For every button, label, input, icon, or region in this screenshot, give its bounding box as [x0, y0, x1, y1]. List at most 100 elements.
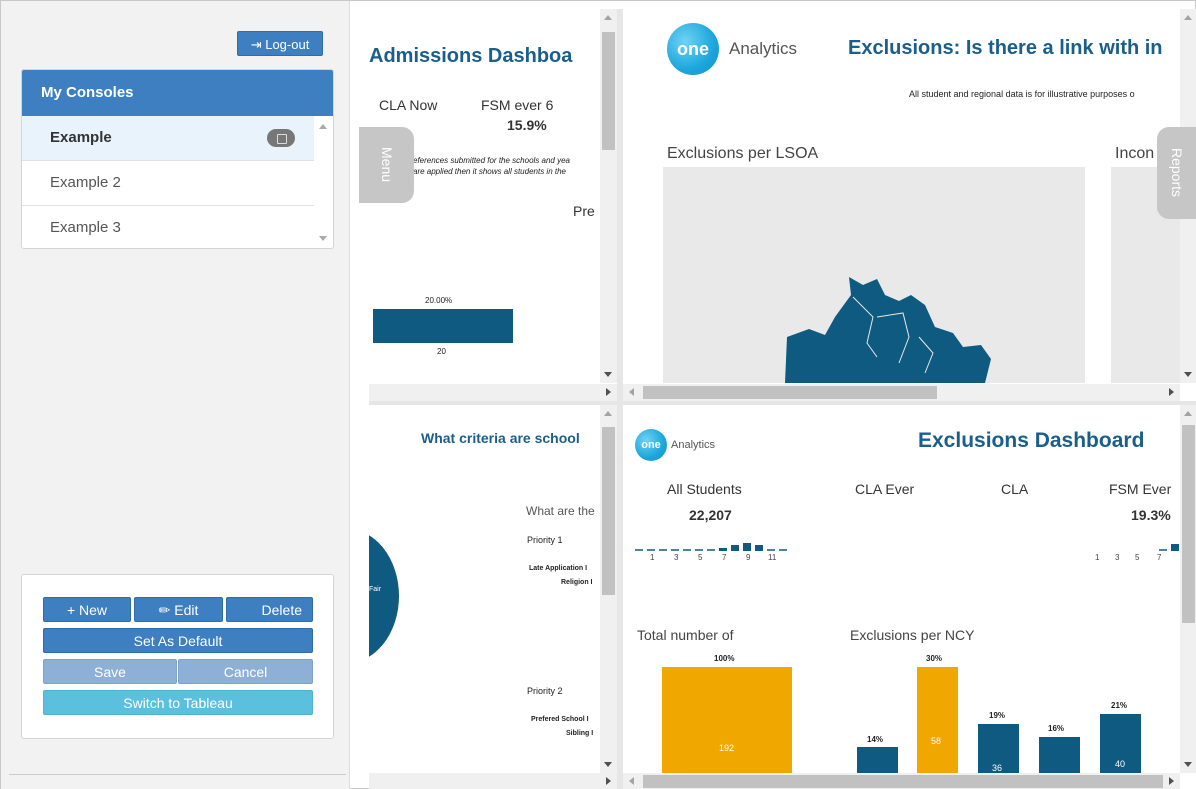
- save-button[interactable]: Save: [43, 659, 177, 684]
- ncy-bar-3-value: 36: [992, 763, 1003, 773]
- disclaimer-text: All student and regional data is for ill…: [909, 89, 1135, 99]
- criteria-question: What are the: [526, 504, 595, 518]
- ncy-bar-2[interactable]: [917, 667, 958, 775]
- logout-button[interactable]: ⇥ Log-out: [237, 31, 323, 56]
- criteria-pie-slice[interactable]: [369, 529, 399, 663]
- switch-to-tableau-button[interactable]: Switch to Tableau: [43, 690, 313, 715]
- scroll-up-icon[interactable]: [604, 411, 612, 416]
- admissions-note-2: are applied then it shows all students i…: [413, 167, 566, 176]
- brand-label: Analytics: [671, 439, 716, 451]
- scroll-right-icon[interactable]: [1169, 388, 1174, 396]
- scroll-down-icon[interactable]: [1184, 372, 1192, 377]
- scroll-right-icon[interactable]: [606, 777, 611, 785]
- kpi-fsm-ever-label: FSM Ever: [1109, 481, 1172, 497]
- scrollbar-thumb[interactable]: [643, 775, 1163, 788]
- console-item-example[interactable]: Example: [22, 116, 314, 161]
- kpi-fsm-ever-value: 19.3%: [1131, 507, 1171, 523]
- kpi-fsm-value: 15.9%: [507, 117, 547, 133]
- p1-item-late-application: Late Application I: [529, 565, 588, 572]
- ncy-bar-5-value: 40: [1115, 759, 1126, 769]
- fsm-sparkline: [1159, 544, 1179, 551]
- delete-button[interactable]: Delete: [226, 597, 313, 622]
- console-default-badge: [267, 129, 295, 147]
- console-item-label: Example 3: [50, 219, 121, 236]
- app-window: ⇥ Log-out My Consoles Example Example 2 …: [0, 0, 1196, 789]
- scroll-right-icon[interactable]: [1169, 777, 1174, 785]
- one-analytics-logo: one: [635, 429, 667, 461]
- map2-label: Incon: [1115, 145, 1155, 162]
- scroll-down-icon[interactable]: [319, 236, 327, 241]
- vertical-scrollbar[interactable]: [600, 405, 617, 773]
- horizontal-scrollbar[interactable]: [369, 773, 617, 789]
- new-button[interactable]: + New: [43, 597, 131, 622]
- pre-label: Pre: [573, 203, 595, 219]
- scroll-up-icon[interactable]: [604, 15, 612, 20]
- kpi-cla-label: CLA: [1001, 481, 1029, 497]
- console-item-example-3[interactable]: Example 3: [22, 206, 314, 251]
- total-bar[interactable]: [662, 667, 792, 775]
- report-pane-criteria: What criteria are school What are the Fa…: [369, 405, 617, 789]
- scroll-left-icon[interactable]: [629, 388, 634, 396]
- scroll-up-icon[interactable]: [1184, 411, 1192, 416]
- edit-label: Edit: [174, 602, 199, 618]
- ncy-bar-4[interactable]: [1039, 737, 1080, 775]
- scrollbar-thumb[interactable]: [643, 386, 937, 399]
- pane-divider-vertical[interactable]: [617, 9, 623, 789]
- kpi-all-students-value: 22,207: [689, 507, 732, 523]
- admissions-note-1: eferences submitted for the schools and …: [413, 156, 570, 165]
- scroll-up-icon[interactable]: [319, 124, 327, 129]
- exclusions-map-title: Exclusions: Is there a link with in: [848, 37, 1163, 59]
- priority-1-label: Priority 1: [527, 535, 563, 545]
- sidebar: ⇥ Log-out My Consoles Example Example 2 …: [1, 1, 350, 789]
- ncy-bar-1[interactable]: [857, 747, 898, 775]
- console-item-label: Example 2: [50, 174, 121, 191]
- console-actions-panel: + New ✏ Edit Delete Set As Default Save …: [21, 574, 334, 739]
- criteria-title: What criteria are school: [421, 430, 580, 446]
- consoles-title: My Consoles: [22, 70, 333, 116]
- p2-item-sibling: Sibling I: [566, 730, 594, 737]
- edit-button[interactable]: ✏ Edit: [134, 597, 223, 622]
- ncy-bar-2-value: 58: [931, 736, 942, 746]
- scroll-down-icon[interactable]: [1184, 762, 1192, 767]
- report-pane-exclusions-dashboard: one Analytics Exclusions Dashboard All S…: [623, 405, 1196, 789]
- scroll-down-icon[interactable]: [604, 762, 612, 767]
- scrollbar-thumb[interactable]: [602, 32, 615, 150]
- ncy-bar-1-pct: 14%: [867, 735, 884, 744]
- console-list-scrollbar[interactable]: [313, 116, 333, 249]
- pane-divider-horizontal[interactable]: [369, 401, 1196, 405]
- cancel-button[interactable]: Cancel: [178, 659, 313, 684]
- kpi-cla-ever-label: CLA Ever: [855, 481, 915, 497]
- total-label: Total number of: [637, 627, 734, 643]
- horizontal-scrollbar[interactable]: [369, 384, 617, 401]
- ncy-bar-2-pct: 30%: [926, 654, 943, 663]
- report-pane-admissions: Admissions Dashboa CLA Now FSM ever 6 15…: [369, 9, 617, 401]
- console-item-example-2[interactable]: Example 2: [22, 161, 314, 206]
- set-default-button[interactable]: Set As Default: [43, 628, 313, 653]
- scroll-left-icon[interactable]: [629, 777, 634, 785]
- scrollbar-thumb[interactable]: [602, 427, 615, 595]
- kpi-cla-now-label: CLA Now: [379, 97, 438, 113]
- kpi-fsm-label: FSM ever 6: [481, 97, 554, 113]
- reports-tab[interactable]: Reports: [1157, 127, 1196, 219]
- scrollbar-thumb[interactable]: [1182, 425, 1195, 623]
- vertical-scrollbar[interactable]: [1180, 405, 1196, 773]
- consoles-panel: My Consoles Example Example 2 Example 3: [21, 69, 334, 249]
- total-bar-pct: 100%: [714, 654, 735, 663]
- horizontal-scrollbar[interactable]: [623, 773, 1180, 789]
- admissions-bar: [373, 309, 513, 343]
- exclusions-dashboard-title: Exclusions Dashboard: [918, 429, 1145, 452]
- scroll-down-icon[interactable]: [604, 372, 612, 377]
- menu-tab[interactable]: Menu: [359, 127, 414, 203]
- horizontal-scrollbar[interactable]: [623, 384, 1180, 401]
- vertical-scrollbar[interactable]: [600, 9, 617, 383]
- pencil-icon: ✏: [158, 602, 171, 618]
- lsoa-map[interactable]: [663, 167, 1085, 383]
- scroll-right-icon[interactable]: [606, 388, 611, 396]
- map1-label: Exclusions per LSOA: [667, 145, 819, 162]
- logout-icon: ⇥: [250, 37, 262, 52]
- admissions-title: Admissions Dashboa: [369, 45, 573, 67]
- scroll-up-icon[interactable]: [1184, 15, 1192, 20]
- p1-item-religion: Religion I: [561, 579, 593, 586]
- ncy-bar-4-pct: 16%: [1048, 724, 1065, 733]
- brand-label: Analytics: [729, 39, 798, 58]
